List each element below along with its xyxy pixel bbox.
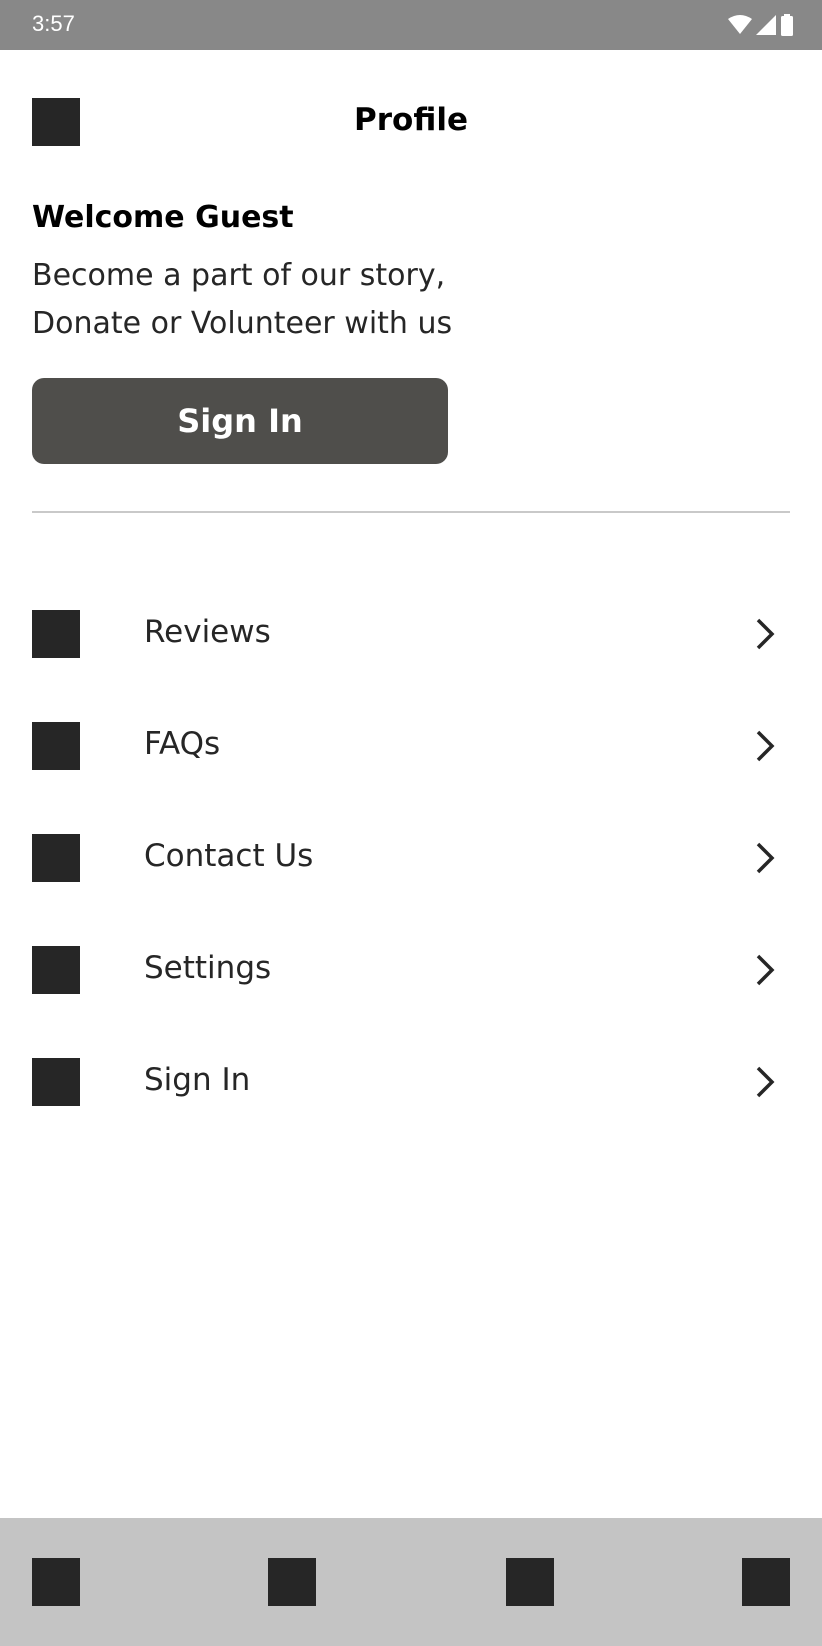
chevron-right-icon: [756, 730, 775, 762]
status-icons: [728, 14, 794, 36]
sign-in-button-label: Sign In: [177, 402, 303, 440]
menu-item-settings[interactable]: Settings: [0, 914, 822, 1026]
welcome-line-1: Become a part of our story,: [32, 258, 446, 293]
contact-us-icon: [32, 834, 80, 882]
welcome-line-2: Donate or Volunteer with us: [32, 306, 453, 341]
chevron-right-icon: [756, 842, 775, 874]
welcome-heading: Welcome Guest: [32, 200, 294, 235]
menu-item-contact-us[interactable]: Contact Us: [0, 802, 822, 914]
menu-item-label: Sign In: [144, 1062, 251, 1098]
bottom-nav: [0, 1518, 822, 1646]
status-bar: 3:57: [0, 0, 822, 50]
profile-screen: 3:57 Profile Welcome Guest Become a part…: [0, 0, 822, 1646]
menu-item-label: Reviews: [144, 614, 271, 650]
menu-list: Reviews FAQs Contact Us Settings Sign In: [0, 578, 822, 1138]
status-time: 3:57: [32, 11, 75, 36]
sign-in-icon: [32, 1058, 80, 1106]
page-title-text: Profile: [354, 102, 468, 138]
chevron-right-icon: [756, 954, 775, 986]
settings-icon: [32, 946, 80, 994]
nav-item-4-icon[interactable]: [742, 1558, 790, 1606]
reviews-icon: [32, 610, 80, 658]
welcome-text: Become a part of our story, Donate or Vo…: [32, 252, 592, 348]
header: Profile: [0, 50, 822, 195]
menu-item-label: FAQs: [144, 726, 221, 762]
wifi-icon: [728, 15, 752, 34]
menu-item-label: Contact Us: [144, 838, 314, 874]
chevron-right-icon: [756, 618, 775, 650]
nav-item-2-icon[interactable]: [268, 1558, 316, 1606]
nav-item-3-icon[interactable]: [506, 1558, 554, 1606]
page-title: Profile: [0, 102, 822, 138]
menu-item-faqs[interactable]: FAQs: [0, 690, 822, 802]
divider: [32, 511, 790, 513]
menu-item-reviews[interactable]: Reviews: [0, 578, 822, 690]
faqs-icon: [32, 722, 80, 770]
menu-item-sign-in[interactable]: Sign In: [0, 1026, 822, 1138]
menu-item-label: Settings: [144, 950, 272, 986]
sign-in-button[interactable]: Sign In: [32, 378, 448, 464]
battery-icon: [781, 14, 793, 36]
signal-icon: [756, 15, 776, 35]
chevron-right-icon: [756, 1066, 775, 1098]
nav-item-1-icon[interactable]: [32, 1558, 80, 1606]
